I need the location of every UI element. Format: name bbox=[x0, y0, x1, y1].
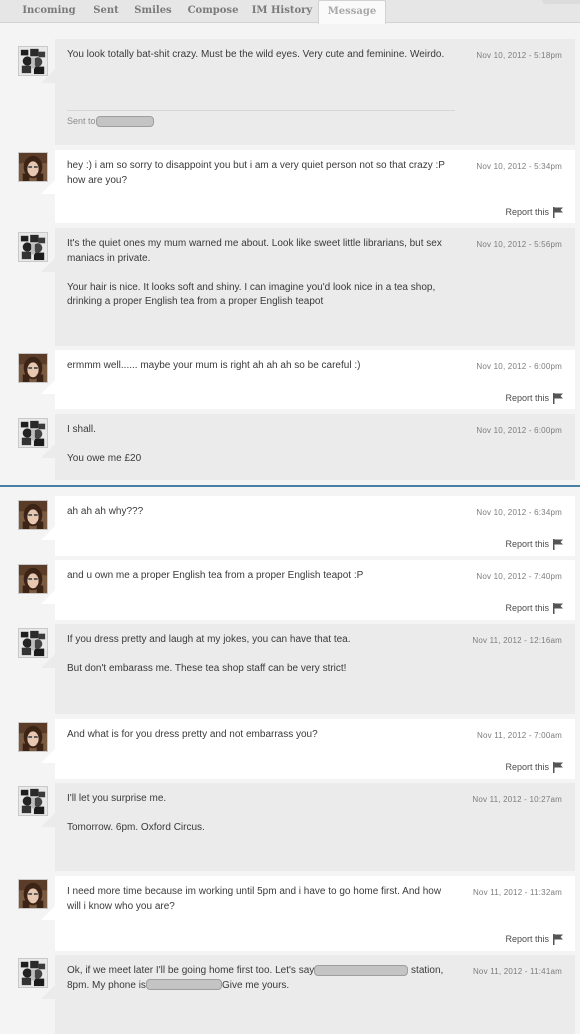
message-timestamp: Nov 10, 2012 - 5:56pm bbox=[476, 240, 562, 249]
message-bubble: hey :) i am so sorry to disappoint you b… bbox=[41, 150, 575, 223]
message-text: I need more time because im working unti… bbox=[67, 886, 442, 912]
receiver-avatar[interactable] bbox=[18, 152, 48, 182]
report-label[interactable]: Report this bbox=[505, 603, 549, 613]
message-timestamp: Nov 10, 2012 - 6:00pm bbox=[476, 362, 562, 371]
message-timestamp: Nov 11, 2012 - 12:16am bbox=[472, 636, 562, 645]
receiver-avatar[interactable] bbox=[18, 722, 48, 752]
message-bubble: It's the quiet ones my mum warned me abo… bbox=[41, 228, 575, 346]
message-timestamp: Nov 10, 2012 - 5:18pm bbox=[476, 51, 562, 60]
flag-icon[interactable] bbox=[552, 539, 564, 551]
tab-message[interactable]: Message bbox=[318, 0, 386, 24]
report-this-link[interactable]: Report this bbox=[505, 392, 564, 405]
message-timestamp: Nov 11, 2012 - 11:32am bbox=[472, 888, 562, 897]
bubble-tail bbox=[41, 906, 55, 920]
bubble-tail bbox=[41, 813, 55, 827]
receiver-avatar[interactable] bbox=[18, 353, 48, 383]
tab-im-history[interactable]: IM History bbox=[248, 0, 316, 22]
message-text: It's the quiet ones my mum warned me abo… bbox=[67, 238, 442, 307]
message-bubble: You look totally bat-shit crazy. Must be… bbox=[41, 39, 575, 145]
message-text: You look totally bat-shit crazy. Must be… bbox=[67, 49, 445, 60]
window-corner bbox=[542, 0, 580, 4]
mailbox-tab-bar: Incoming Sent Smiles Compose IM History … bbox=[0, 0, 580, 24]
message-text-part: Ok, if we meet later I'll be going home … bbox=[67, 965, 315, 976]
report-label[interactable]: Report this bbox=[505, 762, 549, 772]
report-label[interactable]: Report this bbox=[505, 934, 549, 944]
bubble-tail bbox=[41, 69, 55, 83]
message-timestamp: Nov 10, 2012 - 6:00pm bbox=[476, 426, 562, 435]
screenshot-divider bbox=[0, 485, 580, 487]
sent-to-label: Sent to bbox=[67, 116, 96, 126]
message-timestamp: Nov 10, 2012 - 6:34pm bbox=[476, 508, 562, 517]
flag-icon[interactable] bbox=[552, 207, 564, 219]
message-bubble: ah ah ah why??? Nov 10, 2012 - 6:34pm Re… bbox=[41, 496, 575, 556]
message-timestamp: Nov 11, 2012 - 7:00am bbox=[477, 731, 562, 740]
tab-compose[interactable]: Compose bbox=[182, 0, 244, 22]
message-text: I'll let you surprise me. Tomorrow. 6pm. … bbox=[67, 793, 205, 833]
redacted-recipient bbox=[95, 116, 154, 128]
receiver-avatar[interactable] bbox=[18, 879, 48, 909]
sent-to-row: Sent to bbox=[67, 110, 455, 128]
flag-icon[interactable] bbox=[552, 603, 564, 615]
report-this-link[interactable]: Report this bbox=[505, 538, 564, 551]
message-bubble: Ok, if we meet later I'll be going home … bbox=[41, 955, 575, 1034]
message-text: and u own me a proper English tea from a… bbox=[67, 570, 364, 581]
message-timestamp: Nov 10, 2012 - 7:40pm bbox=[476, 572, 562, 581]
bubble-tail bbox=[41, 654, 55, 668]
redacted-location bbox=[314, 964, 409, 976]
tab-sent[interactable]: Sent bbox=[86, 0, 126, 22]
bubble-tail bbox=[41, 985, 55, 999]
report-label[interactable]: Report this bbox=[505, 207, 549, 217]
message-text: If you dress pretty and laugh at my joke… bbox=[67, 634, 351, 674]
report-this-link[interactable]: Report this bbox=[505, 761, 564, 774]
sender-avatar[interactable] bbox=[18, 786, 48, 816]
report-label[interactable]: Report this bbox=[505, 539, 549, 549]
report-this-link[interactable]: Report this bbox=[505, 933, 564, 946]
bubble-tail bbox=[41, 380, 55, 394]
message-text: I shall. You owe me £20 bbox=[67, 424, 142, 464]
message-text: Ok, if we meet later I'll be going home … bbox=[67, 964, 447, 993]
message-bubble: I shall. You owe me £20 Nov 10, 2012 - 6:… bbox=[41, 414, 575, 480]
message-bubble: If you dress pretty and laugh at my joke… bbox=[41, 624, 575, 714]
flag-icon[interactable] bbox=[552, 762, 564, 774]
tab-incoming[interactable]: Incoming bbox=[14, 0, 84, 22]
redacted-phone bbox=[145, 979, 222, 991]
message-bubble: I'll let you surprise me. Tomorrow. 6pm. … bbox=[41, 783, 575, 871]
message-bubble: I need more time because im working unti… bbox=[41, 876, 575, 951]
message-text: hey :) i am so sorry to disappoint you b… bbox=[67, 160, 445, 186]
message-text-part: Give me yours. bbox=[221, 979, 290, 991]
message-text: And what is for you dress pretty and not… bbox=[67, 729, 318, 740]
message-timestamp: Nov 11, 2012 - 10:27am bbox=[472, 795, 562, 804]
bubble-tail bbox=[41, 180, 55, 194]
sender-avatar[interactable] bbox=[18, 958, 48, 988]
bubble-tail bbox=[41, 749, 55, 763]
message-bubble: ermmm well...... maybe your mum is right… bbox=[41, 350, 575, 409]
flag-icon[interactable] bbox=[552, 934, 564, 946]
bubble-tail bbox=[41, 444, 55, 458]
bubble-tail bbox=[41, 526, 55, 540]
flag-icon[interactable] bbox=[552, 393, 564, 405]
message-timestamp: Nov 10, 2012 - 5:34pm bbox=[476, 162, 562, 171]
message-bubble: and u own me a proper English tea from a… bbox=[41, 560, 575, 620]
message-bubble: And what is for you dress pretty and not… bbox=[41, 719, 575, 779]
report-this-link[interactable]: Report this bbox=[505, 602, 564, 615]
message-text: ah ah ah why??? bbox=[67, 506, 144, 517]
report-label[interactable]: Report this bbox=[505, 393, 549, 403]
message-text: ermmm well...... maybe your mum is right… bbox=[67, 360, 361, 371]
bubble-tail bbox=[41, 258, 55, 272]
message-timestamp: Nov 11, 2012 - 11:41am bbox=[472, 967, 562, 976]
bubble-tail bbox=[41, 590, 55, 604]
report-this-link[interactable]: Report this bbox=[505, 206, 564, 219]
tab-smiles[interactable]: Smiles bbox=[128, 0, 178, 22]
